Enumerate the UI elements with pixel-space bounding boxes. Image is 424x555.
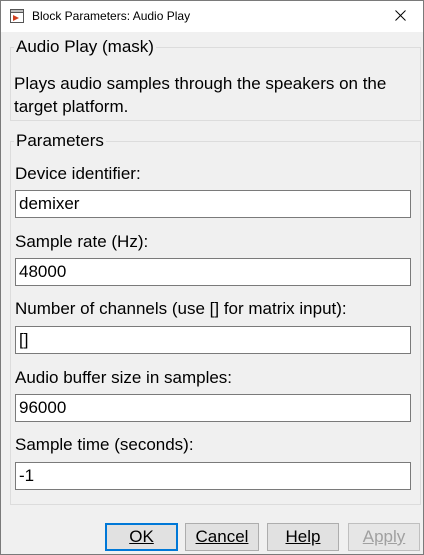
sample-time-label: Sample time (seconds): — [15, 435, 194, 454]
close-icon — [394, 8, 406, 26]
number-of-channels-field[interactable] — [15, 326, 411, 354]
close-button[interactable] — [377, 1, 423, 32]
sample-rate-field[interactable] — [15, 258, 411, 286]
sample-time-field[interactable] — [15, 462, 411, 490]
number-of-channels-label: Number of channels (use [] for matrix in… — [15, 299, 347, 318]
audio-buffer-size-field[interactable] — [15, 394, 411, 422]
window-title: Block Parameters: Audio Play — [32, 9, 191, 23]
mask-description: Plays audio samples through the speakers… — [14, 74, 387, 116]
parameters-group-label: Parameters — [14, 131, 106, 151]
sample-rate-label: Sample rate (Hz): — [15, 232, 149, 251]
title-bar: Block Parameters: Audio Play — [1, 1, 423, 32]
device-identifier-label: Device identifier: — [15, 164, 141, 183]
mask-group-label: Audio Play (mask) — [14, 37, 156, 57]
ok-button[interactable]: OK — [105, 523, 178, 551]
apply-button[interactable]: Apply — [348, 523, 420, 551]
help-button[interactable]: Help — [267, 523, 339, 551]
mask-group: Audio Play (mask) Plays audio samples th… — [10, 37, 421, 121]
device-identifier-field[interactable] — [15, 190, 411, 218]
block-icon — [9, 8, 25, 24]
dialog-window: Block Parameters: Audio Play Audio Play … — [0, 0, 424, 555]
audio-buffer-size-label: Audio buffer size in samples: — [15, 368, 233, 387]
cancel-button[interactable]: Cancel — [185, 523, 259, 551]
